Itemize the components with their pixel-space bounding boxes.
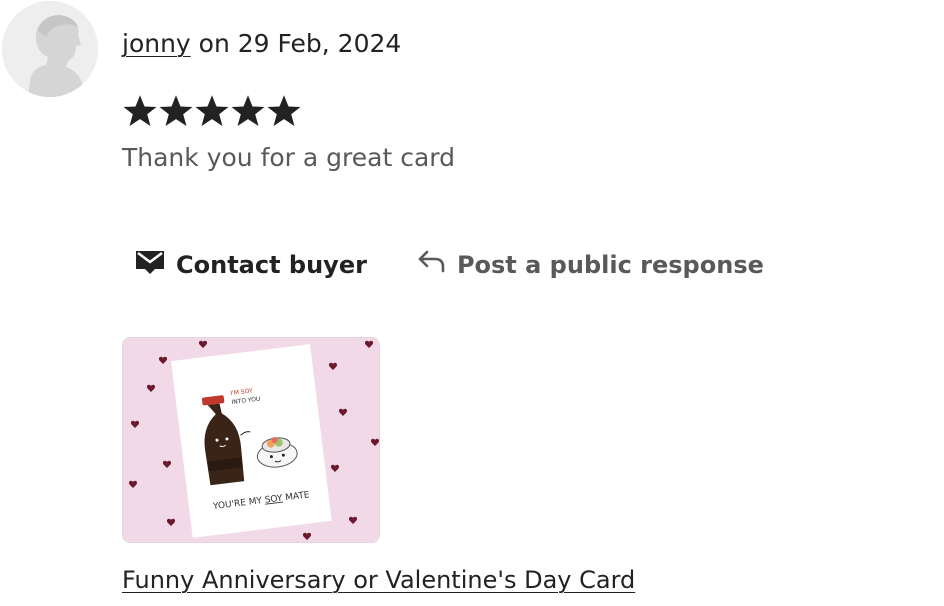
star-icon [231,95,265,126]
avatar[interactable] [2,1,98,97]
review-card: jonny on 29 Feb, 2024 Thank you for a gr… [0,0,944,606]
greeting-card: I'M SOY INTO YOU YOU'RE MY SOY MATE [171,344,332,538]
contact-buyer-label: Contact buyer [176,250,367,279]
product-thumbnail[interactable]: I'M SOY INTO YOU YOU'RE MY SOY MATE [122,337,380,543]
post-public-response-label: Post a public response [456,250,764,279]
default-user-silhouette-icon [2,1,98,97]
star-icon [267,95,301,126]
star-icon [123,95,157,126]
product-image: I'M SOY INTO YOU YOU'RE MY SOY MATE [123,338,379,542]
contact-buyer-button[interactable]: Contact buyer [134,245,367,284]
post-public-response-button[interactable]: Post a public response [417,247,764,282]
envelope-icon [134,245,166,284]
star-icon [159,95,193,126]
star-icon [195,95,229,126]
product-title-link[interactable]: Funny Anniversary or Valentine's Day Car… [122,563,635,597]
review-actions: Contact buyer Post a public response [134,245,764,284]
review-text: Thank you for a great card [122,143,455,172]
review-date: on 29 Feb, 2024 [190,29,402,58]
reply-arrow-icon [417,247,447,282]
review-header: jonny on 29 Feb, 2024 [122,27,401,61]
reviewer-name-link[interactable]: jonny [122,29,191,58]
star-rating [122,93,302,129]
